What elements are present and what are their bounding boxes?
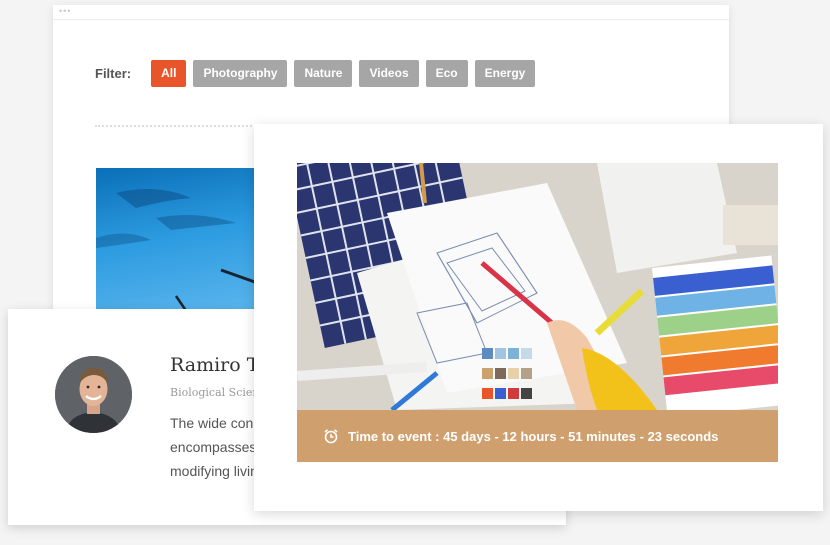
filter-button-energy[interactable]: Energy	[474, 60, 536, 87]
quote-line: encompasses	[170, 439, 257, 455]
avatar	[55, 356, 132, 433]
filter-bar: Filter: All Photography Nature Videos Ec…	[95, 60, 542, 87]
filter-button-nature[interactable]: Nature	[294, 60, 353, 87]
person-role: Biological Scien	[170, 386, 260, 399]
dots-handle-icon: •••	[59, 6, 72, 16]
filter-button-videos[interactable]: Videos	[359, 60, 419, 87]
event-card: Time to event : 45 days - 12 hours - 51 …	[254, 124, 823, 511]
wind-turbine-image[interactable]	[96, 168, 276, 318]
filter-label: Filter:	[95, 66, 132, 81]
event-countdown-bar: Time to event : 45 days - 12 hours - 51 …	[297, 410, 778, 462]
filter-button-photography[interactable]: Photography	[193, 60, 288, 87]
quote-line: modifying livin	[170, 463, 258, 479]
quote-line: The wide con	[170, 415, 254, 431]
alarm-clock-icon	[323, 428, 339, 444]
countdown-text: Time to event : 45 days - 12 hours - 51 …	[348, 428, 719, 444]
filter-button-eco[interactable]: Eco	[425, 60, 468, 87]
card-top-bar: •••	[53, 5, 729, 20]
filter-button-all[interactable]: All	[151, 60, 187, 87]
event-design-image[interactable]	[297, 163, 778, 410]
